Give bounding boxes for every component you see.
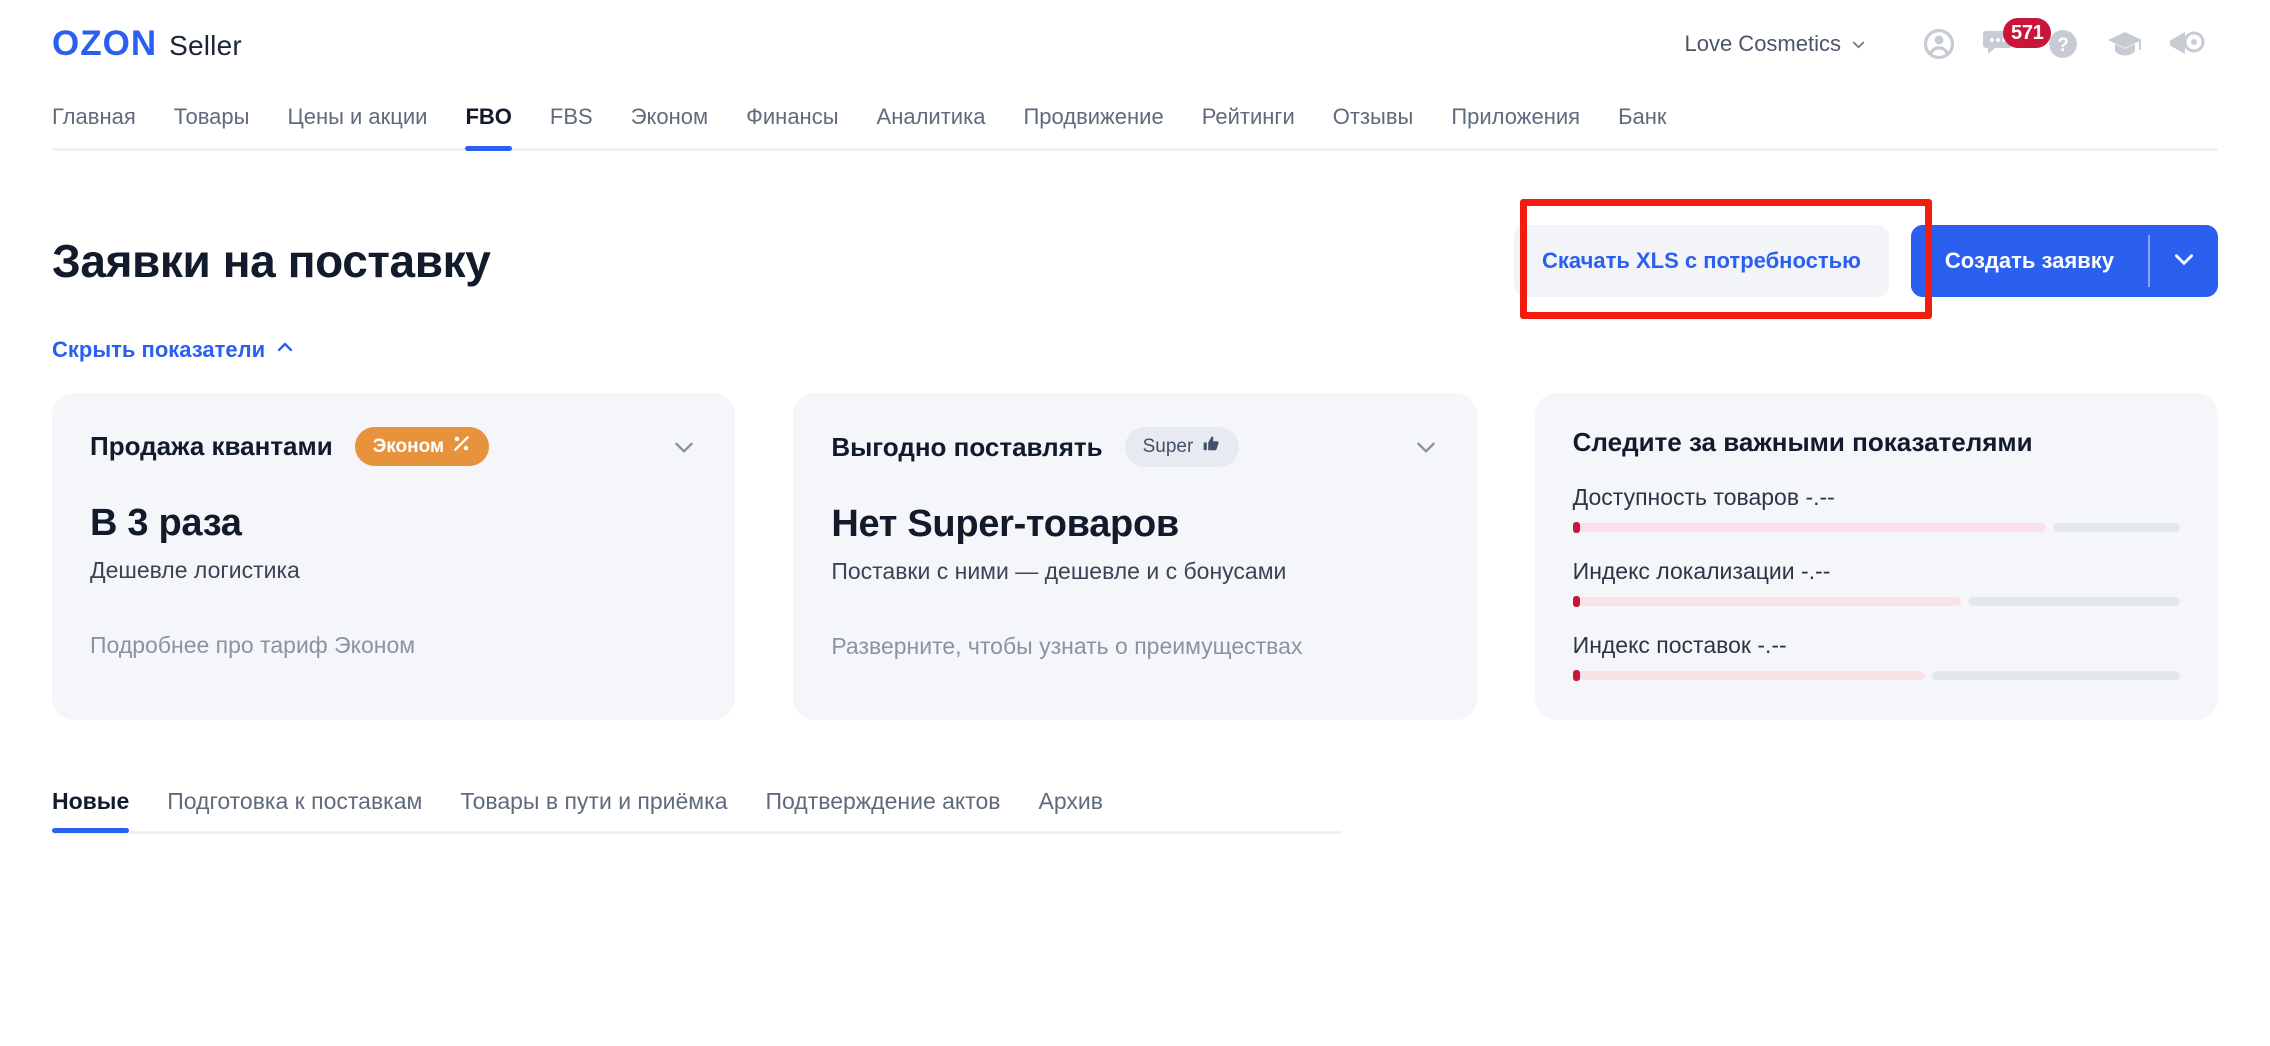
learning-icon[interactable] [2094,13,2156,75]
main-navigation: Главная Товары Цены и акции FBO FBS Экон… [0,88,2270,151]
card-expand-toggle[interactable] [671,434,697,460]
metric-progress-bar [1572,522,2180,533]
nav-item-analitika[interactable]: Аналитика [877,104,986,148]
brand-seller-text: Seller [169,30,242,61]
account-name: Love Cosmetics [1684,31,1841,56]
metric-bar-filled [1572,671,1925,680]
thumbs-up-icon [1201,434,1221,460]
econom-badge: Эконом [354,427,490,466]
nav-item-fbs[interactable]: FBS [550,104,593,148]
metric-threshold-marker [1572,596,1580,607]
requests-tabs: Новые Подготовка к поставкам Товары в пу… [52,788,2218,834]
metric-indeks-lokalizacii[interactable]: Индекс локализации -.-- [1572,558,2180,607]
announcements-icon[interactable] [2156,13,2218,75]
page-header-row: Заявки на поставку Скачать XLS с потребн… [52,199,2218,319]
metric-bar-filled [1572,597,1962,606]
nav-item-ceny-i-akcii[interactable]: Цены и акции [287,104,427,148]
metric-label: Индекс поставок -.-- [1572,632,1787,658]
svg-text:?: ? [2057,35,2069,56]
card-footer-link[interactable]: Подробнее про тариф Эконом [90,632,697,659]
card-header: Выгодно поставлять Super [831,427,1438,467]
requests-tabs-divider [52,831,1342,834]
metric-indeks-postavok[interactable]: Индекс поставок -.-- [1572,632,2180,681]
tab-tovary-v-puti-i-priemka[interactable]: Товары в пути и приёмка [460,788,727,831]
card-expand-toggle[interactable] [1413,434,1439,460]
toggle-metrics-link[interactable]: Скрыть показатели [52,337,295,363]
nav-item-prodvizhenie[interactable]: Продвижение [1023,104,1163,148]
chevron-down-icon [2171,246,2197,277]
card-subtitle: Поставки с ними — дешевле и с бонусами [831,558,1287,584]
account-switcher[interactable]: Love Cosmetics [1684,31,1866,57]
app-header: OZON Seller Love Cosmetics 571 ? [0,0,2270,88]
card-title: Продажа квантами [90,431,333,461]
brand-logo[interactable]: OZON Seller [52,24,242,64]
super-badge-label: Super [1142,436,1194,457]
chevron-up-icon [275,337,295,363]
create-request-dropdown-toggle[interactable] [2150,225,2218,297]
metric-progress-bar [1572,670,2180,681]
metric-progress-bar [1572,596,2180,607]
metric-label: Индекс локализации -.-- [1572,558,1831,584]
econom-badge-label: Эконом [372,435,445,457]
metric-dostupnost-tovarov[interactable]: Доступность товаров -.-- [1572,484,2180,533]
super-badge: Super [1124,427,1240,467]
card-headline: В 3 раза [90,502,242,544]
tab-podtverzhdenie-aktov[interactable]: Подтверждение актов [765,788,1000,831]
metrics-title: Следите за важными показателями [1572,427,2033,457]
chat-icon[interactable]: 571 [1970,13,2052,75]
tab-arhiv[interactable]: Архив [1039,788,1103,831]
toggle-metrics-label: Скрыть показатели [52,337,266,362]
create-request-button[interactable]: Создать заявку [1910,225,2148,297]
create-request-split-button[interactable]: Создать заявку [1910,225,2218,297]
nav-item-tovary[interactable]: Товары [174,104,250,148]
nav-items: Главная Товары Цены и акции FBO FBS Экон… [52,88,2218,151]
nav-item-reytingi[interactable]: Рейтинги [1202,104,1295,148]
card-kpi-metrics[interactable]: Следите за важными показателями Доступно… [1534,393,2218,720]
metric-bar-remainder [1931,671,2180,680]
card-title: Выгодно поставлять [831,431,1103,462]
info-cards: Продажа квантами Эконом В 3 раза Дешевле… [52,393,2218,720]
nav-item-fbo[interactable]: FBO [465,104,513,151]
tab-podgotovka-k-postavkam[interactable]: Подготовка к поставкам [167,788,422,831]
metric-bar-remainder [1968,597,2180,606]
page-content: Заявки на поставку Скачать XLS с потребн… [0,199,2270,834]
chevron-down-icon [1851,37,1866,52]
nav-item-glavnaya[interactable]: Главная [52,104,136,148]
card-subtitle: Дешевле логистика [90,557,300,583]
metric-label: Доступность товаров -.-- [1572,484,1835,510]
brand-ozon-text: OZON [52,24,158,63]
nav-item-prilozheniya[interactable]: Приложения [1451,104,1580,148]
nav-item-bank[interactable]: Банк [1618,104,1666,148]
card-vygodno-postavlyat[interactable]: Выгодно поставлять Super Нет Super-товар… [793,393,1477,720]
tab-novye[interactable]: Новые [52,788,130,833]
nav-divider [52,148,2218,151]
card-prodazha-kvantami[interactable]: Продажа квантами Эконом В 3 раза Дешевле… [52,393,736,720]
page-title: Заявки на поставку [52,235,491,287]
header-actions: Love Cosmetics 571 ? [1684,13,2218,75]
percent-icon [452,434,471,459]
metric-bar-filled [1572,523,2047,532]
metric-threshold-marker [1572,522,1580,533]
requests-tab-list: Новые Подготовка к поставкам Товары в пу… [52,788,2218,833]
metric-bar-remainder [2053,523,2180,532]
download-xls-button[interactable]: Скачать XLS с потребностью [1513,225,1889,297]
card-footer-link[interactable]: Разверните, чтобы узнать о преимуществах [831,633,1438,660]
card-header: Продажа квантами Эконом [90,427,697,466]
card-headline: Нет Super-товаров [831,503,1179,545]
metric-threshold-marker [1572,670,1580,681]
nav-item-ekonom[interactable]: Эконом [631,104,708,148]
nav-item-finansy[interactable]: Финансы [746,104,838,148]
page-actions: Скачать XLS с потребностью Создать заявк… [1513,199,2218,319]
nav-item-otzyvy[interactable]: Отзывы [1333,104,1414,148]
help-icon[interactable]: ? [2032,13,2094,75]
account-icon[interactable] [1908,13,1970,75]
